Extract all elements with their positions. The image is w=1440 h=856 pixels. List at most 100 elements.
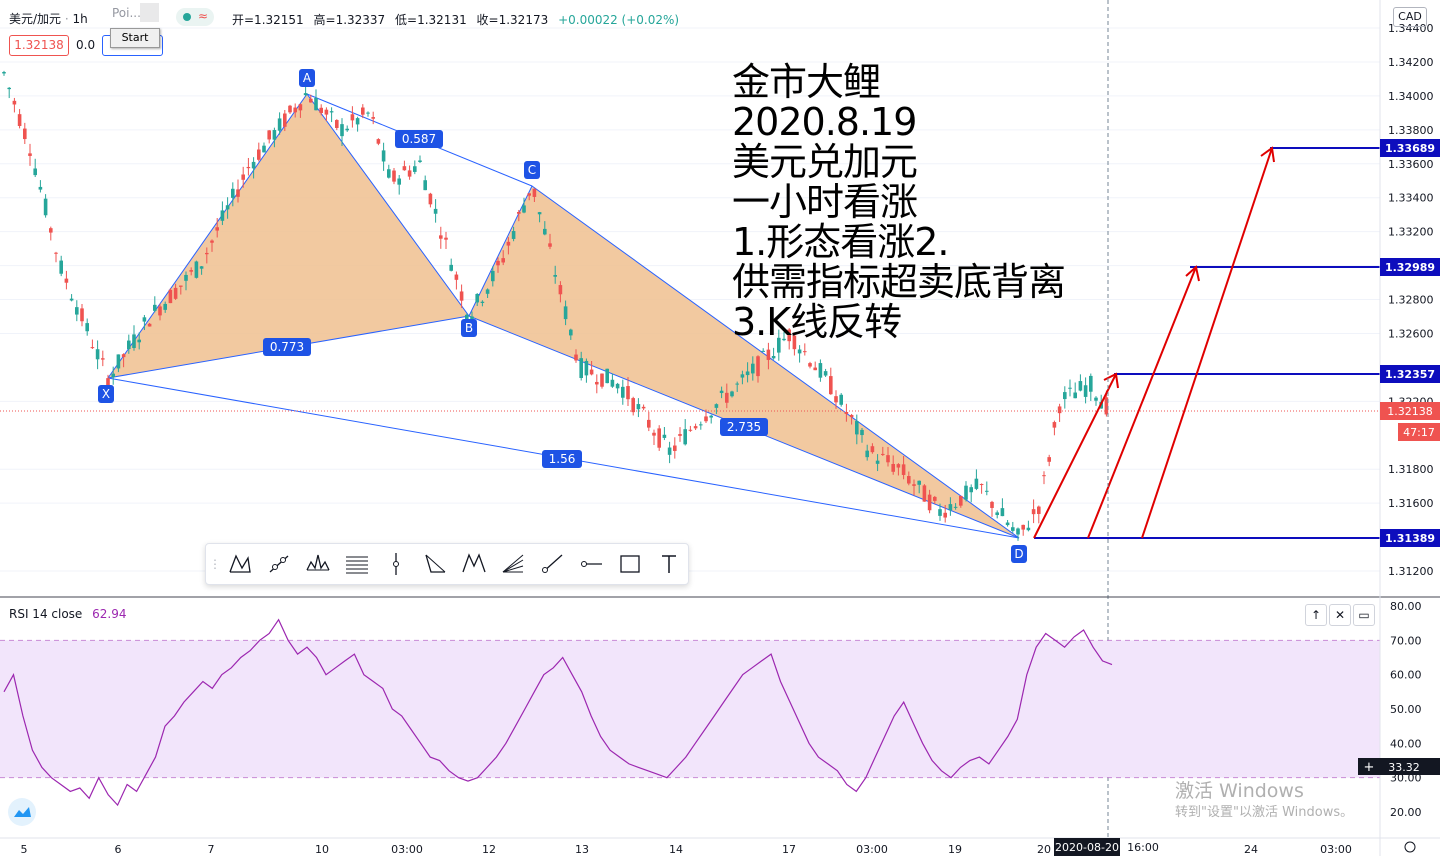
drawing-toolbar[interactable]: ⋮ xyxy=(205,543,689,585)
candle-body xyxy=(168,289,173,304)
candle-body xyxy=(491,270,495,282)
plus-icon[interactable]: + xyxy=(1364,760,1375,775)
candle-body xyxy=(387,169,391,178)
fib-fan-icon[interactable] xyxy=(499,550,527,578)
candle-body xyxy=(917,480,921,485)
trend-line-icon[interactable] xyxy=(265,550,293,578)
price-axis[interactable]: 1.344001.342001.340001.338001.336001.334… xyxy=(1388,22,1434,578)
candle-body xyxy=(964,485,968,500)
candle-body xyxy=(855,421,859,435)
candle-body xyxy=(428,193,433,205)
candle-body xyxy=(199,266,204,269)
candle-body xyxy=(714,404,719,408)
time-axis[interactable]: 5 6 7 10 03:00 12 13 14 17 03:00 19 20 24 03:00 2020-0… xyxy=(21,838,1416,856)
candle-body xyxy=(673,445,677,451)
candle-body xyxy=(548,243,552,247)
candle-body xyxy=(730,391,734,397)
crosshair-date-label: 2020-08-20 xyxy=(1055,841,1119,854)
candle-body xyxy=(54,252,58,254)
pattern-point-letter: B xyxy=(465,321,473,335)
price-tick-label: 1.34200 xyxy=(1388,56,1434,69)
pane-maximize-icon[interactable]: ▭ xyxy=(1353,604,1375,626)
annotation-line: 3.K线反转 xyxy=(732,300,902,344)
candle-body xyxy=(979,484,984,486)
pane-up-icon[interactable]: ↑ xyxy=(1305,604,1327,626)
candle-body xyxy=(153,304,157,311)
candle-body xyxy=(1083,385,1088,397)
candle-body xyxy=(990,501,994,508)
time-tick-label: 17 xyxy=(782,843,796,856)
candle-body xyxy=(631,398,635,413)
candle-body xyxy=(43,198,48,216)
candle-body xyxy=(111,373,115,378)
candle-body xyxy=(49,228,53,233)
rsi-legend[interactable]: RSI 14 close 62.94 xyxy=(9,607,127,621)
target-arrows[interactable] xyxy=(1033,146,1275,539)
xabcd-pattern-icon[interactable] xyxy=(226,550,254,578)
candle-body xyxy=(922,485,927,502)
cypher-pattern-icon[interactable] xyxy=(460,550,488,578)
candle-body xyxy=(59,260,63,274)
candle-body xyxy=(64,278,69,283)
candle-body xyxy=(28,153,32,156)
ratio-text: 0.773 xyxy=(270,340,304,354)
settings-gear-icon[interactable] xyxy=(1404,841,1416,853)
candle-body xyxy=(480,301,485,303)
ray-icon[interactable] xyxy=(538,550,566,578)
head-shoulders-icon[interactable] xyxy=(304,550,332,578)
candle-body xyxy=(803,351,807,353)
candle-body xyxy=(1089,375,1093,392)
start-button[interactable]: Start xyxy=(110,28,160,48)
candle-body xyxy=(974,478,979,489)
poi-square[interactable] xyxy=(140,3,159,22)
chart-canvas[interactable]: XABCD 0.5870.7732.7351.56 1.344001.34200… xyxy=(0,0,1440,856)
candle-body xyxy=(277,118,282,131)
candle-body xyxy=(647,419,651,428)
candle-body xyxy=(641,406,646,409)
horizontal-ray-icon[interactable] xyxy=(577,550,605,578)
text-icon[interactable] xyxy=(655,550,683,578)
candle-body xyxy=(823,371,828,376)
toolbar-drag-handle-icon[interactable]: ⋮ xyxy=(209,550,221,578)
candle-body xyxy=(309,98,313,103)
fib-retracement-icon[interactable] xyxy=(343,550,371,578)
annotation-text-block[interactable]: 金市大鲤 2020.8.19 美元兑加元 一小时看涨 1.形态看涨2. 供需指标… xyxy=(732,62,1066,344)
interval-label[interactable]: 1h xyxy=(73,12,88,26)
ratio-text: 0.587 xyxy=(402,132,436,146)
candle-body xyxy=(298,104,303,111)
candle-body xyxy=(485,289,490,294)
market-status-toggle[interactable]: ≈ xyxy=(176,8,214,26)
symbol-name[interactable]: 美元/加元 xyxy=(9,12,61,26)
price-tick-label: 1.32800 xyxy=(1388,294,1434,307)
candle-body xyxy=(829,376,833,395)
rsi-band xyxy=(0,640,1380,778)
candle-body xyxy=(1068,387,1072,389)
annotation-line: 1.形态看涨2. xyxy=(732,220,950,264)
time-tick-label: 5 xyxy=(21,843,28,856)
tradingview-logo-icon[interactable] xyxy=(8,798,36,826)
candle-body xyxy=(1031,509,1036,515)
candle-body xyxy=(688,429,693,431)
low-value: 低=1.32131 xyxy=(395,13,467,27)
sell-price-box[interactable]: 1.32138 xyxy=(9,35,69,56)
symbol-title[interactable]: 美元/加元 · 1h xyxy=(9,10,88,27)
candle-body xyxy=(600,373,604,387)
candle-body xyxy=(839,394,843,405)
pattern-point-letter: X xyxy=(102,387,110,401)
rectangle-icon[interactable] xyxy=(616,550,644,578)
rsi-axis[interactable]: 80.0070.0060.0050.0040.0030.0020.00 xyxy=(1390,600,1422,819)
currency-label[interactable]: CAD xyxy=(1393,7,1427,27)
abcd-pattern-icon[interactable] xyxy=(421,550,449,578)
vertical-line-icon[interactable] xyxy=(382,550,410,578)
candle-body xyxy=(995,512,999,515)
arrow-3 xyxy=(1141,147,1273,539)
rsi-value: 62.94 xyxy=(92,607,127,621)
candle-body xyxy=(719,390,724,394)
candle-body xyxy=(121,354,126,358)
candle-body xyxy=(1037,506,1041,514)
pane-close-icon[interactable]: ✕ xyxy=(1329,604,1351,626)
crosshair-time-label: 16:00 xyxy=(1127,841,1159,854)
candle-body xyxy=(194,261,199,278)
price-tick-label: 1.31600 xyxy=(1388,497,1434,510)
candle-body xyxy=(1005,522,1010,526)
